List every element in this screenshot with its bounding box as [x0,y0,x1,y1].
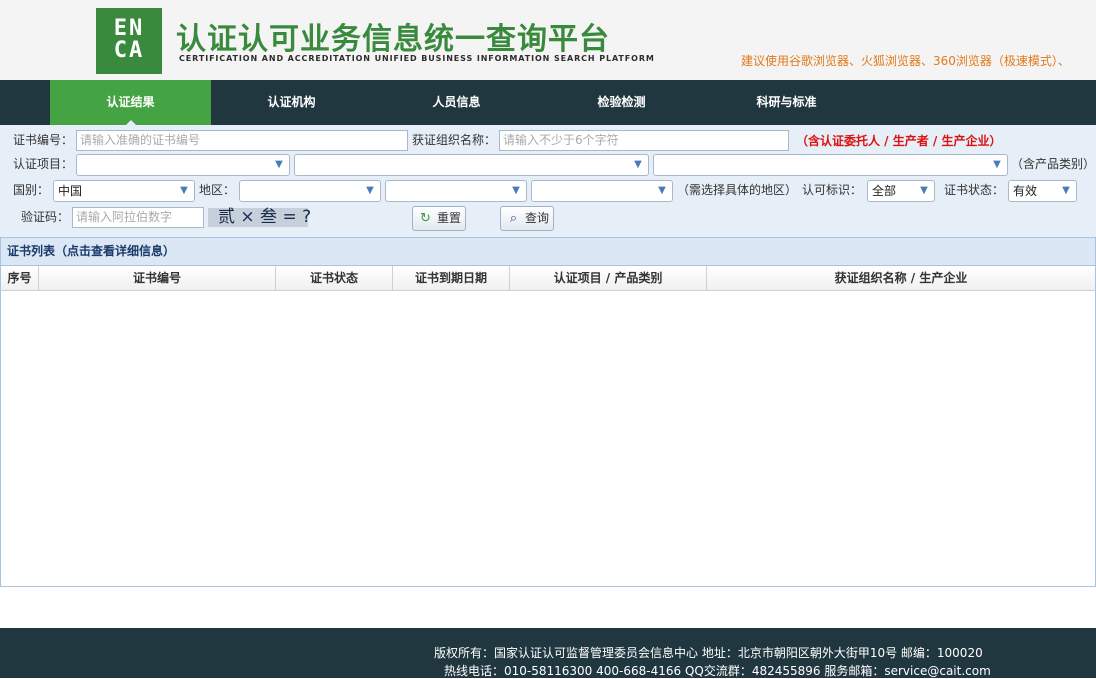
nav-item-cert-bodies[interactable]: 认证机构 [211,80,372,125]
query-button-label: 查询 [525,211,550,225]
col-header-status[interactable]: 证书状态 [276,266,393,290]
nav-item-testing[interactable]: 检验检测 [541,80,702,125]
country-select[interactable]: 中国 ▼ [53,180,195,202]
col-header-index[interactable]: 序号 [1,266,39,290]
nav-item-cert-results[interactable]: 认证结果 [50,80,211,125]
product-note: （含产品类别） [1011,157,1096,171]
region-label: 地区： [199,183,236,197]
status-label: 证书状态： [944,183,1005,197]
cert-item-select-1[interactable]: ▼ [76,154,290,176]
cert-no-input[interactable]: 请输入准确的证书编号 [76,130,408,151]
chevron-down-icon: ▼ [920,185,928,196]
col-header-cert-item[interactable]: 认证项目 / 产品类别 [510,266,707,290]
captcha-input[interactable]: 请输入阿拉伯数字 [72,207,204,228]
site-subtitle: CERTIFICATION AND ACCREDITATION UNIFIED … [179,54,655,63]
reset-button[interactable]: ↻ 重置 [412,206,466,231]
query-button[interactable]: ⌕ 查询 [500,206,554,231]
cert-item-select-3[interactable]: ▼ [653,154,1008,176]
org-name-label: 获证组织名称： [412,133,497,147]
site-title: 认证认可业务信息统一查询平台 [176,22,610,57]
chevron-down-icon: ▼ [1062,185,1070,196]
country-label: 国别： [13,183,50,197]
status-select[interactable]: 有效 ▼ [1008,180,1077,202]
nav-item-personnel[interactable]: 人员信息 [376,80,537,125]
results-title: 证书列表（点击查看详细信息） [1,238,1095,266]
col-header-org-name[interactable]: 获证组织名称 / 生产企业 [707,266,1095,290]
search-form: 证书编号： 请输入准确的证书编号 获证组织名称： 请输入不少于6个字符 （含认证… [0,125,1096,238]
main-nav: 认证结果 认证机构 人员信息 检验检测 科研与标准 [0,80,1096,125]
accred-select[interactable]: 全部 ▼ [867,180,935,202]
chevron-down-icon: ▼ [658,185,666,196]
refresh-icon: ↻ [420,211,431,226]
status-select-value: 有效 [1013,184,1038,198]
col-header-expiry[interactable]: 证书到期日期 [393,266,510,290]
footer-contact: 热线电话：010-58116300 400-668-4166 QQ交流群：482… [444,664,991,678]
results-panel: 证书列表（点击查看详细信息） 序号 证书编号 证书状态 证书到期日期 认证项目 … [0,238,1096,587]
chevron-down-icon: ▼ [180,185,188,196]
reset-button-label: 重置 [437,211,462,225]
accred-label: 认可标识： [802,183,863,197]
site-footer: 版权所有：国家认证认可监督管理委员会信息中心 地址：北京市朝阳区朝外大街甲10号… [0,628,1096,678]
cert-item-label: 认证项目： [13,157,74,171]
region-select-3[interactable]: ▼ [531,180,673,202]
country-select-value: 中国 [58,184,83,198]
region-select-1[interactable]: ▼ [239,180,381,202]
captcha-image[interactable]: 贰 × 叁 = ? [208,208,311,227]
browser-tip: 建议使用谷歌浏览器、火狐浏览器、360浏览器（极速模式）、 [741,54,1070,68]
org-name-input[interactable]: 请输入不少于6个字符 [499,130,789,151]
captcha-label: 验证码： [21,210,70,224]
chevron-down-icon: ▼ [512,185,520,196]
org-note: （含认证委托人 / 生产者 / 生产企业） [796,134,1002,148]
search-icon: ⌕ [509,211,518,226]
chevron-down-icon: ▼ [993,159,1001,170]
cert-item-select-2[interactable]: ▼ [294,154,649,176]
chevron-down-icon: ▼ [366,185,374,196]
footer-copyright: 版权所有：国家认证认可监督管理委员会信息中心 地址：北京市朝阳区朝外大街甲10号… [434,646,983,660]
enca-logo: EN CA [96,8,162,74]
results-table-header: 序号 证书编号 证书状态 证书到期日期 认证项目 / 产品类别 获证组织名称 /… [1,266,1095,291]
col-header-cert-no[interactable]: 证书编号 [39,266,276,290]
chevron-down-icon: ▼ [634,159,642,170]
region-note: （需选择具体的地区） [677,183,798,197]
accred-select-value: 全部 [872,184,897,198]
nav-item-research-standards[interactable]: 科研与标准 [706,80,867,125]
chevron-down-icon: ▼ [275,159,283,170]
region-select-2[interactable]: ▼ [385,180,527,202]
site-header: EN CA 认证认可业务信息统一查询平台 CERTIFICATION AND AC… [0,0,1096,80]
cert-no-label: 证书编号： [13,133,74,147]
